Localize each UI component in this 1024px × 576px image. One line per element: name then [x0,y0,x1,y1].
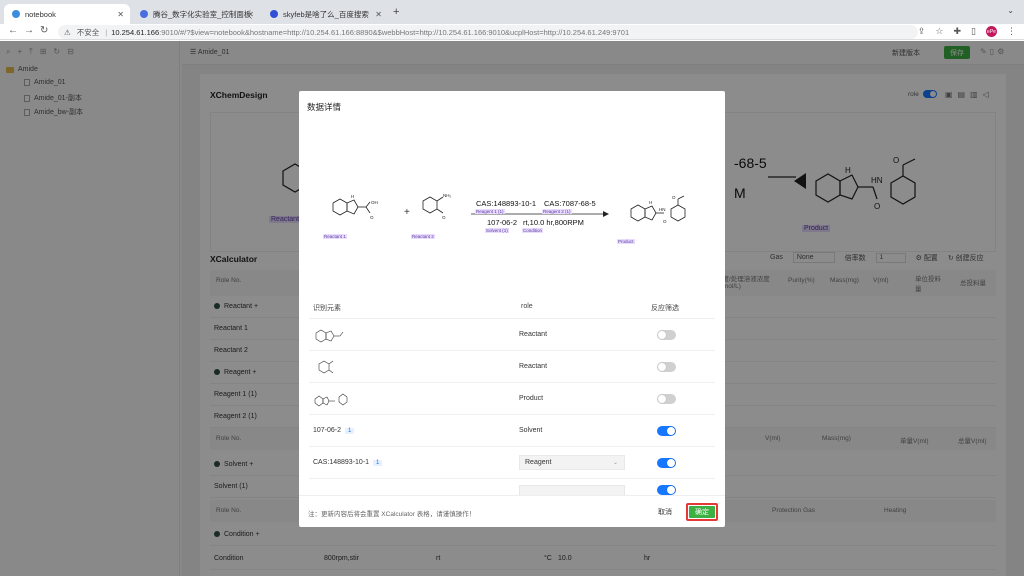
data-details-modal: 数据详情 H OH O NH₂ O H HN O O CAS:148893-10… [299,91,725,527]
svg-text:O: O [442,215,446,220]
filter-toggle[interactable] [657,394,676,404]
svg-text:O: O [672,195,676,200]
role-text: Solvent [519,427,543,434]
filter-toggle[interactable] [657,330,676,340]
reaction-above-arrow-2: CAS:7087-68-5 [544,199,596,208]
reload-icon[interactable]: ↻ [40,25,48,36]
baidu-favicon-icon [270,10,278,18]
more-icon[interactable]: ⋮ [1007,26,1016,37]
svg-text:H: H [649,200,652,205]
new-tab-button[interactable]: + [393,6,399,18]
star-icon[interactable]: ☆ [935,26,943,37]
table-row: CAS:148893-10-1 1 Reagent ⌄ [309,447,715,479]
insecure-label: 不安全 [76,27,100,37]
confirm-button[interactable]: 确定 [686,503,718,521]
browser-tab-3[interactable]: skyfeb是啥了么_百度搜索 ✕ [262,4,388,24]
warning-note: 注：更新内容后将会重置 XCalculator 表格，请谨慎操作！ [308,511,476,518]
label-product: Product [617,239,635,244]
forward-arrow-icon[interactable]: → [24,25,34,36]
label-reagent-1: Reagent 1 (1) [475,209,505,214]
svg-text:OH: OH [371,200,378,205]
reaction-below-arrow-1: 107-06-2 [487,218,518,227]
share-icon[interactable]: ⇪ [918,26,926,37]
modal-footer: 注：更新内容后将会重置 XCalculator 表格，请谨慎操作！ 取消 确定 [299,495,725,527]
close-icon[interactable]: ✕ [117,10,124,19]
address-bar[interactable]: ⚠ 不安全 | 10.254.61.166 :9010/#/?$view=not… [58,25,918,39]
filter-toggle[interactable] [657,458,676,468]
close-icon[interactable]: ✕ [375,10,382,19]
svg-text:HN: HN [659,207,666,212]
svg-text:NH₂: NH₂ [443,193,451,198]
favicon-icon [12,10,20,18]
browser-toolbar: ← → ↻ ⚠ 不安全 | 10.254.61.166 :9010/#/?$vi… [0,24,1024,40]
structure-thumbnail-icon [318,360,334,374]
svg-text:O: O [370,215,374,220]
chevron-down-icon: ⌄ [612,460,618,466]
browser-tab-notebook[interactable]: notebook ✕ [4,4,130,24]
svg-text:O: O [663,219,667,224]
cancel-button[interactable]: 取消 [651,505,679,519]
table-row: Reactant [309,351,715,383]
count-badge: 1 [373,460,383,466]
filter-toggle[interactable] [657,426,676,436]
label-condition: Condition [522,228,544,233]
avatar[interactable]: ePe [986,26,997,37]
reaction-structures-drawing: H OH O NH₂ O H HN O O [332,193,686,224]
warning-icon: ⚠ [64,27,71,37]
tab-title: notebook [25,9,56,19]
role-text: Product [519,395,544,402]
url-host: 10.254.61.166 [111,27,160,37]
browser-tabstrip: notebook ✕ 腾谷_数字化实验室_控制面板_F ✕ skyfeb是啥了么… [0,0,1024,24]
label-reactant-1: Reactant 1 [323,234,347,239]
url-path: :9010/#/?$view=notebook&hostname=http://… [159,27,630,37]
table-row: 107-06-2 1 Solvent [309,415,715,447]
reaction-scheme: H OH O NH₂ O H HN O O CAS:148893-10-1 CA… [309,131,715,291]
browser-tab-2[interactable]: 腾谷_数字化实验室_控制面板_F ✕ [132,4,260,24]
structure-thumbnail-icon [314,393,348,407]
back-arrow-icon[interactable]: ← [8,25,18,36]
element-text: 107-06-2 1 [313,427,355,434]
filter-toggle[interactable] [657,362,676,372]
role-select[interactable] [519,485,625,495]
chevron-down-icon[interactable]: ⌄ [1007,6,1014,15]
close-icon[interactable]: ✕ [247,10,254,19]
table-row: Reactant [309,319,715,351]
reaction-above-arrow-1: CAS:148893-10-1 [476,199,537,208]
label-solvent-1: Solvent (1) [485,228,509,233]
filter-toggle[interactable] [657,485,676,495]
element-text: CAS:148893-10-1 1 [313,459,383,466]
tab-title: skyfeb是啥了么_百度搜索 [283,9,369,19]
reaction-below-arrow-2: rt,10.0 hr,800RPM [523,218,584,227]
count-badge: 1 [345,428,355,434]
modal-title: 数据详情 [307,102,342,112]
plus-sign: + [404,207,410,218]
label-reactant-2: Reactant 2 [411,234,435,239]
svg-text:H: H [351,194,354,199]
role-text: Reactant [519,363,548,370]
element-table[interactable]: Reactant Reactant Product 107-06-2 1 Sol… [309,319,715,495]
structure-thumbnail-icon [315,329,344,343]
table-row [309,479,715,495]
table-header: 识别元素 role 反应筛选 [309,295,715,319]
favicon-icon [140,10,148,18]
label-reagent-2: Reagent 2 (1) [542,209,572,214]
extensions-icon[interactable]: ✚ [954,26,962,37]
sidepanel-icon[interactable]: ▯ [971,26,976,37]
role-text: Reactant [519,331,548,338]
table-row: Product [309,383,715,415]
role-select[interactable]: Reagent ⌄ [519,455,625,470]
tab-title: 腾谷_数字化实验室_控制面板_F [153,9,252,19]
